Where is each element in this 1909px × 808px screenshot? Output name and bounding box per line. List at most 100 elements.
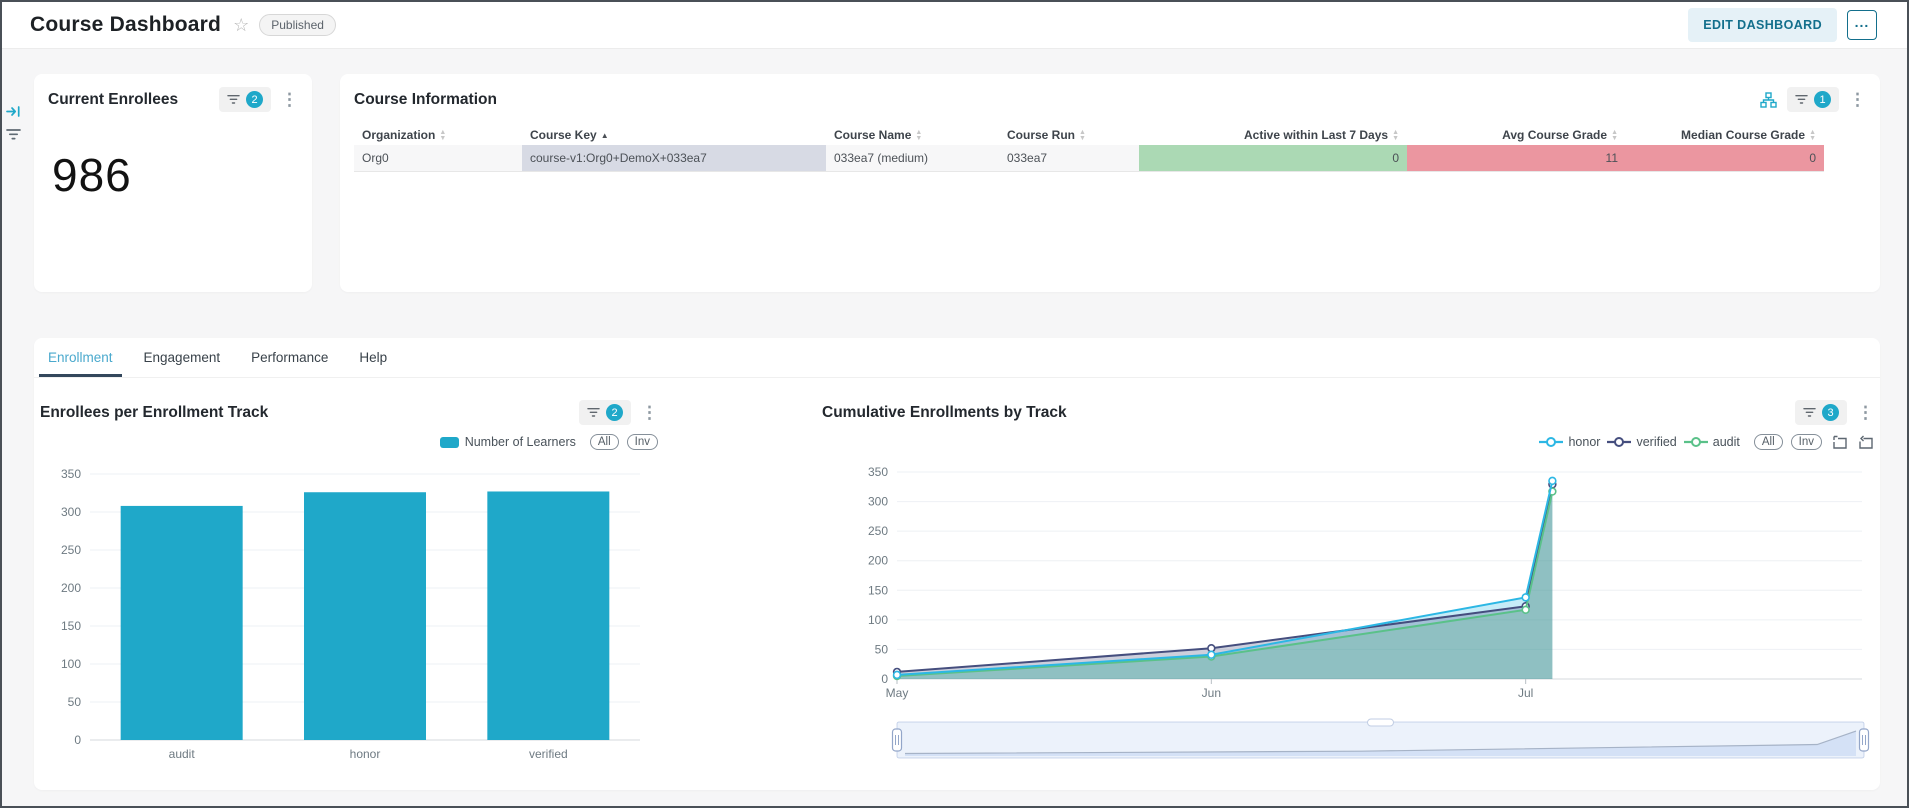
legend-item-audit[interactable]: audit xyxy=(1683,435,1740,449)
tab-help[interactable]: Help xyxy=(357,338,389,377)
point-honor-early-jul-latest-[interactable] xyxy=(1548,476,1557,486)
edit-dashboard-button[interactable]: EDIT DASHBOARD xyxy=(1688,8,1837,42)
column-header-course-key[interactable]: Course Key ▲ xyxy=(522,125,826,145)
column-header-median-course-grade[interactable]: Median Course Grade ▲ ▼ xyxy=(1626,125,1824,145)
filter-funnel-icon xyxy=(587,407,600,417)
legend-label: Number of Learners xyxy=(464,435,576,449)
table-cell-course-run[interactable]: 033ea7 xyxy=(999,145,1139,172)
point-honor-jul[interactable] xyxy=(1521,593,1530,602)
applied-filters-button[interactable]: 2 xyxy=(219,87,271,112)
applied-filters-button[interactable]: 3 xyxy=(1795,400,1847,425)
filter-count-badge: 3 xyxy=(1822,404,1839,421)
legend-item-verified[interactable]: verified xyxy=(1606,435,1677,449)
legend-label: honor xyxy=(1568,435,1601,449)
filter-count-badge: 2 xyxy=(246,91,263,108)
y-tick-label: 100 xyxy=(868,613,888,627)
line-chart-legend: honor verified audit All Inv xyxy=(822,434,1874,450)
y-tick-label: 150 xyxy=(61,619,81,633)
table-cell-course-name[interactable]: 033ea7 (medium) xyxy=(826,145,999,172)
y-tick-label: 200 xyxy=(868,554,888,568)
y-tick-label: 300 xyxy=(868,495,888,509)
slider-handle-right[interactable] xyxy=(1858,728,1870,752)
y-tick-label: 50 xyxy=(875,642,889,656)
y-tick-label: 0 xyxy=(74,733,81,747)
dashboard-more-button[interactable]: ... xyxy=(1847,10,1877,40)
card-header: Current Enrollees 2 ⋮ xyxy=(48,87,298,112)
x-tick-label: May xyxy=(886,686,909,700)
column-header-course-name[interactable]: Course Name ▲ ▼ xyxy=(826,125,999,145)
card-header: Course Information 1 ⋮ xyxy=(354,87,1866,112)
chart-kebab-menu[interactable]: ⋮ xyxy=(641,404,658,421)
x-category-label: verified xyxy=(529,747,568,761)
slider-selected-range[interactable] xyxy=(897,722,1864,758)
filter-funnel-icon xyxy=(227,94,240,104)
column-header-organization[interactable]: Organization ▲ ▼ xyxy=(354,125,522,145)
x-category-label: honor xyxy=(350,747,381,761)
y-tick-label: 300 xyxy=(61,505,81,519)
bar-chart-legend: Number of Learners All Inv xyxy=(40,434,658,450)
card-title: Current Enrollees xyxy=(48,90,179,108)
cross-filter-tree-icon[interactable] xyxy=(1760,91,1777,108)
line-chart-header: Cumulative Enrollments by Track 3 ⋮ xyxy=(822,400,1874,425)
tab-engagement[interactable]: Engagement xyxy=(142,338,223,377)
x-category-label: audit xyxy=(169,747,196,761)
legend-label: audit xyxy=(1712,435,1740,449)
table-cell-organization[interactable]: Org0 xyxy=(354,145,522,172)
page-title: Course Dashboard xyxy=(30,13,222,36)
current-enrollees-card: Current Enrollees 2 ⋮ 986 xyxy=(34,74,312,292)
point-honor-jun[interactable] xyxy=(1207,650,1216,659)
sort-carets-icon: ▲ ▼ xyxy=(439,129,447,142)
chart-kebab-menu[interactable]: ⋮ xyxy=(1857,404,1874,421)
table-cell-median-course-grade[interactable]: 0 xyxy=(1626,145,1824,172)
legend-inv-button[interactable]: Inv xyxy=(626,434,658,450)
table-cell-course-key[interactable]: course-v1:Org0+DemoX+033ea7 xyxy=(522,145,826,172)
tab-bar: Enrollment Engagement Performance Help xyxy=(34,338,1880,378)
bar-audit[interactable] xyxy=(120,505,243,740)
legend-item-honor[interactable]: honor xyxy=(1538,435,1600,449)
y-tick-label: 200 xyxy=(61,581,81,595)
zoom-select-icon[interactable] xyxy=(1832,435,1848,450)
legend-line-marker-icon xyxy=(1539,437,1564,447)
sort-carets-icon: ▲ ▼ xyxy=(1392,129,1399,142)
point-honor-may[interactable] xyxy=(892,670,902,680)
y-tick-label: 250 xyxy=(868,524,888,538)
top-bar: Course Dashboard ☆ Published EDIT DASHBO… xyxy=(2,2,1907,49)
slider-handle-left[interactable] xyxy=(891,728,903,752)
sort-carets-icon: ▲ ▼ xyxy=(1809,129,1816,142)
favorite-star-icon[interactable]: ☆ xyxy=(233,16,249,34)
sort-carets-icon: ▲ ▼ xyxy=(1611,129,1618,142)
applied-filters-button[interactable]: 1 xyxy=(1787,87,1839,112)
tab-performance[interactable]: Performance xyxy=(249,338,330,377)
legend-line-marker-icon xyxy=(1683,437,1708,447)
filter-funnel-icon xyxy=(1795,94,1808,104)
slider-center-grab-handle[interactable] xyxy=(1367,718,1394,727)
enrollees-per-track-bar-chart: 0 50 100 150 200 250 300 350 audit honor verified xyxy=(61,467,640,761)
legend-all-button[interactable]: All xyxy=(589,434,619,450)
tab-enrollment[interactable]: Enrollment xyxy=(39,338,122,377)
y-tick-label: 350 xyxy=(61,467,81,481)
table-cell-active-within-last-7-days[interactable]: 0 xyxy=(1139,145,1407,172)
course-information-table: Organization ▲ ▼ Course Key ▲ Course Name ▲ ▼ Co… xyxy=(354,125,1824,172)
point-audit-jul[interactable] xyxy=(1521,605,1530,615)
chart-kebab-menu[interactable]: ⋮ xyxy=(281,91,298,108)
table-cell-avg-course-grade[interactable]: 11 xyxy=(1407,145,1626,172)
legend-all-button[interactable]: All xyxy=(1753,434,1783,450)
column-header-avg-course-grade[interactable]: Avg Course Grade ▲ ▼ xyxy=(1407,125,1626,145)
filter-rail-funnel-icon[interactable] xyxy=(6,128,21,146)
legend-item-number-of-learners[interactable]: Number of Learners xyxy=(439,435,576,449)
bar-verified[interactable] xyxy=(487,491,610,740)
legend-swatch xyxy=(439,436,459,448)
chart-kebab-menu[interactable]: ⋮ xyxy=(1849,91,1866,108)
column-header-course-run[interactable]: Course Run ▲ ▼ xyxy=(999,125,1139,145)
legend-inv-button[interactable]: Inv xyxy=(1790,434,1822,450)
sort-carets-icon: ▲ ▼ xyxy=(1079,129,1086,142)
x-tick-label: Jul xyxy=(1518,686,1533,700)
chart-title: Enrollees per Enrollment Track xyxy=(40,403,269,421)
zoom-reset-icon[interactable] xyxy=(1858,435,1874,450)
bar-honor[interactable] xyxy=(304,492,426,740)
expand-filter-bar-icon[interactable] xyxy=(6,104,21,124)
column-header-active-within-last-7-days[interactable]: Active within Last 7 Days ▲ ▼ xyxy=(1139,125,1407,145)
card-title: Course Information xyxy=(354,90,497,108)
applied-filters-button[interactable]: 2 xyxy=(579,400,631,425)
y-tick-label: 50 xyxy=(68,695,82,709)
